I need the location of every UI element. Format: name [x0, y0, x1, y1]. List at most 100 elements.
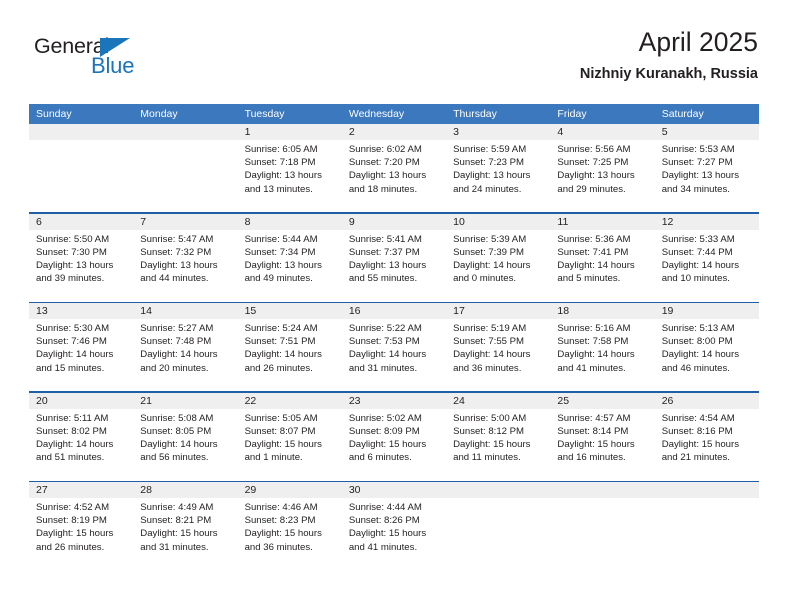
sunrise-text: Sunrise: 5:19 AM	[453, 323, 527, 334]
sunset-text: Sunset: 8:00 PM	[661, 336, 733, 348]
day-number[interactable]: 16	[342, 303, 446, 319]
daylight-text-line2: and 13 minutes.	[244, 183, 313, 195]
daylight-text-line2: and 10 minutes.	[661, 273, 730, 285]
day-cell[interactable]: Sunrise: 5:59 AM Sunset: 7:23 PM Dayligh…	[446, 140, 550, 212]
weekday-header-thursday: Thursday	[453, 108, 497, 120]
day-number[interactable]: 27	[29, 482, 133, 498]
day-cell[interactable]	[29, 140, 133, 212]
day-cell[interactable]: Sunrise: 4:46 AM Sunset: 8:23 PM Dayligh…	[238, 498, 342, 570]
sunrise-text: Sunrise: 4:57 AM	[557, 412, 631, 424]
day-number[interactable]: 7	[133, 214, 237, 230]
day-number[interactable]: 25	[550, 393, 654, 409]
day-cell[interactable]: Sunrise: 4:57 AM Sunset: 8:14 PM Dayligh…	[550, 409, 654, 481]
daylight-text-line2: and 1 minute.	[244, 452, 303, 464]
day-cell[interactable]: Sunrise: 5:53 AM Sunset: 7:27 PM Dayligh…	[655, 140, 759, 212]
day-cell[interactable]: Sunrise: 5:50 AM Sunset: 7:30 PM Dayligh…	[29, 230, 133, 302]
day-cell[interactable]: Sunrise: 5:41 AM Sunset: 7:37 PM Dayligh…	[342, 230, 446, 302]
sunset-text: Sunset: 8:16 PM	[661, 425, 733, 437]
day-number[interactable]: 8	[238, 214, 342, 230]
day-cell[interactable]: Sunrise: 5:19 AM Sunset: 7:55 PM Dayligh…	[446, 319, 550, 391]
day-number[interactable]: 12	[655, 214, 759, 230]
sunrise-text: Sunrise: 5:33 AM	[661, 233, 735, 245]
sunset-text: Sunset: 7:20 PM	[348, 157, 420, 169]
day-cell[interactable]: Sunrise: 4:49 AM Sunset: 8:21 PM Dayligh…	[133, 498, 237, 570]
day-number[interactable]: 3	[446, 124, 550, 140]
calendar-page: General Blue April 2025 Nizhniy Kuranakh…	[0, 0, 792, 612]
day-cell[interactable]: Sunrise: 5:16 AM Sunset: 7:58 PM Dayligh…	[550, 319, 654, 391]
day-cell[interactable]: Sunrise: 5:11 AM Sunset: 8:02 PM Dayligh…	[29, 409, 133, 481]
day-cell[interactable]: Sunrise: 6:05 AM Sunset: 7:18 PM Dayligh…	[238, 140, 342, 212]
day-cell[interactable]: Sunrise: 5:13 AM Sunset: 8:00 PM Dayligh…	[655, 319, 759, 391]
brand-logo[interactable]: General Blue	[34, 34, 164, 86]
day-number[interactable]: 30	[342, 482, 446, 498]
day-number[interactable]	[550, 482, 654, 498]
day-number[interactable]: 20	[29, 393, 133, 409]
weekday-header-tuesday: Tuesday	[244, 108, 285, 120]
day-number[interactable]: 9	[342, 214, 446, 230]
day-cell[interactable]: Sunrise: 5:47 AM Sunset: 7:32 PM Dayligh…	[133, 230, 237, 302]
day-detail-band: Sunrise: 5:30 AM Sunset: 7:46 PM Dayligh…	[29, 319, 759, 391]
day-number[interactable]	[29, 124, 133, 140]
day-number[interactable]	[655, 482, 759, 498]
day-cell[interactable]	[655, 498, 759, 570]
day-number[interactable]: 5	[655, 124, 759, 140]
day-number[interactable]: 23	[342, 393, 446, 409]
day-cell[interactable]: Sunrise: 4:44 AM Sunset: 8:26 PM Dayligh…	[342, 498, 446, 570]
day-cell[interactable]: Sunrise: 6:02 AM Sunset: 7:20 PM Dayligh…	[342, 140, 446, 212]
day-number[interactable]: 22	[238, 393, 342, 409]
day-number[interactable]	[133, 124, 237, 140]
day-number[interactable]: 14	[133, 303, 237, 319]
day-number[interactable]: 26	[655, 393, 759, 409]
day-number[interactable]: 19	[655, 303, 759, 319]
day-number[interactable]: 28	[133, 482, 237, 498]
daylight-text-line1: Daylight: 13 hours	[453, 170, 531, 182]
daylight-text-line1: Daylight: 14 hours	[661, 349, 740, 361]
day-cell[interactable]: Sunrise: 5:30 AM Sunset: 7:46 PM Dayligh…	[29, 319, 133, 391]
day-number[interactable]: 10	[446, 214, 550, 230]
day-number[interactable]: 1	[238, 124, 342, 140]
day-cell[interactable]: Sunrise: 5:24 AM Sunset: 7:51 PM Dayligh…	[238, 319, 342, 391]
day-number[interactable]	[446, 482, 550, 498]
day-number[interactable]: 6	[29, 214, 133, 230]
day-cell[interactable]: Sunrise: 5:56 AM Sunset: 7:25 PM Dayligh…	[550, 140, 654, 212]
day-cell[interactable]	[133, 140, 237, 212]
day-cell[interactable]	[446, 498, 550, 570]
sunrise-text: Sunrise: 5:16 AM	[557, 323, 631, 334]
day-cell[interactable]: Sunrise: 5:39 AM Sunset: 7:39 PM Dayligh…	[446, 230, 550, 302]
day-number[interactable]: 4	[550, 124, 654, 140]
day-number[interactable]: 21	[133, 393, 237, 409]
day-number[interactable]: 17	[446, 303, 550, 319]
sunset-text: Sunset: 7:34 PM	[244, 246, 316, 258]
day-number[interactable]: 24	[446, 393, 550, 409]
sunrise-text: Sunrise: 5:56 AM	[557, 144, 631, 155]
day-number[interactable]: 15	[238, 303, 342, 319]
daylight-text-line2: and 31 minutes.	[140, 541, 209, 553]
day-cell[interactable]: Sunrise: 4:54 AM Sunset: 8:16 PM Dayligh…	[655, 409, 759, 481]
sunrise-text: Sunrise: 5:41 AM	[348, 233, 422, 245]
day-cell[interactable]	[550, 498, 654, 570]
day-number[interactable]: 29	[238, 482, 342, 498]
daylight-text-line1: Daylight: 15 hours	[453, 438, 531, 450]
sunset-text: Sunset: 7:53 PM	[348, 336, 420, 348]
day-number[interactable]: 2	[342, 124, 446, 140]
daylight-text-line2: and 6 minutes.	[348, 452, 412, 464]
day-cell[interactable]: Sunrise: 5:02 AM Sunset: 8:09 PM Dayligh…	[342, 409, 446, 481]
day-cell[interactable]: Sunrise: 5:05 AM Sunset: 8:07 PM Dayligh…	[238, 409, 342, 481]
day-cell[interactable]: Sunrise: 4:52 AM Sunset: 8:19 PM Dayligh…	[29, 498, 133, 570]
sunset-text: Sunset: 8:26 PM	[348, 515, 420, 527]
day-cell[interactable]: Sunrise: 5:44 AM Sunset: 7:34 PM Dayligh…	[238, 230, 342, 302]
day-cell[interactable]: Sunrise: 5:36 AM Sunset: 7:41 PM Dayligh…	[550, 230, 654, 302]
sunset-text: Sunset: 7:44 PM	[661, 246, 733, 258]
day-cell[interactable]: Sunrise: 5:08 AM Sunset: 8:05 PM Dayligh…	[133, 409, 237, 481]
daylight-text-line2: and 15 minutes.	[36, 362, 105, 374]
calendar-week-row: 20 21 22 23 24 25 26 Sunrise: 5:11 AM Su…	[29, 391, 759, 481]
day-cell[interactable]: Sunrise: 5:27 AM Sunset: 7:48 PM Dayligh…	[133, 319, 237, 391]
day-cell[interactable]: Sunrise: 5:33 AM Sunset: 7:44 PM Dayligh…	[655, 230, 759, 302]
daylight-text-line1: Daylight: 14 hours	[36, 349, 114, 361]
day-cell[interactable]: Sunrise: 5:00 AM Sunset: 8:12 PM Dayligh…	[446, 409, 550, 481]
day-number[interactable]: 18	[550, 303, 654, 319]
day-cell[interactable]: Sunrise: 5:22 AM Sunset: 7:53 PM Dayligh…	[342, 319, 446, 391]
sunset-text: Sunset: 7:23 PM	[453, 157, 525, 169]
day-number[interactable]: 13	[29, 303, 133, 319]
day-number[interactable]: 11	[550, 214, 654, 230]
